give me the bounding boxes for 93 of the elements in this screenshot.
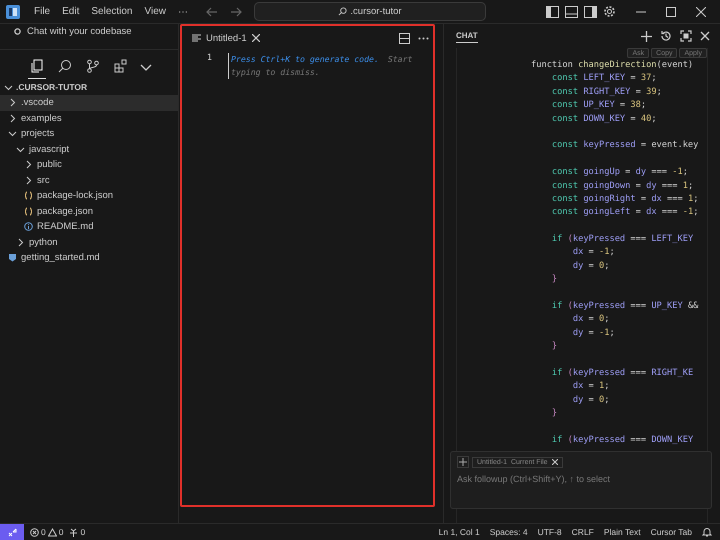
history-icon[interactable] bbox=[660, 30, 672, 42]
chevron-icon bbox=[16, 238, 25, 247]
status-item[interactable]: Spaces: 4 bbox=[490, 527, 528, 537]
split-editor-icon[interactable] bbox=[399, 32, 410, 44]
tree-item[interactable]: src bbox=[0, 172, 178, 188]
extensions-icon bbox=[114, 59, 128, 73]
status-item[interactable]: Cursor Tab bbox=[650, 527, 692, 537]
info-icon bbox=[24, 222, 33, 232]
code-line: dy = -1; bbox=[572, 326, 616, 340]
code-line: const keyPressed = event.key bbox=[550, 139, 700, 152]
forward-arrow-icon[interactable] bbox=[230, 6, 242, 16]
right-sidebar-layout-icon[interactable] bbox=[584, 6, 597, 18]
code-line: const LEFT_KEY = 37; bbox=[550, 72, 658, 86]
status-item[interactable]: CRLF bbox=[572, 527, 594, 537]
search-field[interactable]: .cursor-tutor bbox=[254, 2, 486, 21]
code-line: const DOWN_KEY = 40; bbox=[550, 112, 658, 126]
code-line: if (keyPressed === UP_KEY && bbox=[550, 300, 700, 314]
panel-layout-icon[interactable] bbox=[565, 6, 578, 18]
menu-item[interactable]: Edit bbox=[56, 4, 86, 19]
settings-icon[interactable] bbox=[603, 5, 616, 18]
antenna-icon bbox=[69, 528, 78, 536]
lines-icon bbox=[192, 34, 201, 42]
close-icon[interactable] bbox=[700, 31, 710, 41]
bell-icon[interactable] bbox=[702, 527, 712, 537]
line-number: 1 bbox=[206, 53, 212, 65]
code-line: const RIGHT_KEY = 39; bbox=[550, 86, 663, 99]
ports-status[interactable]: 0 bbox=[69, 527, 86, 537]
back-arrow-icon[interactable] bbox=[206, 6, 218, 16]
app-logo-icon bbox=[6, 4, 20, 18]
close-icon[interactable] bbox=[252, 34, 260, 42]
plus-icon bbox=[459, 458, 467, 466]
explorer-header[interactable]: .CURSOR-TUTOR bbox=[0, 79, 178, 95]
sidebar-hint: Chat with your codebase bbox=[27, 26, 132, 37]
status-item[interactable]: UTF-8 bbox=[538, 527, 562, 537]
problems-status[interactable]: 0 0 bbox=[30, 527, 64, 537]
markdown-icon bbox=[8, 253, 17, 262]
circle-icon bbox=[14, 28, 21, 35]
maximize-icon[interactable] bbox=[666, 6, 676, 16]
tree-item[interactable]: javascript bbox=[0, 142, 178, 157]
code-line: } bbox=[550, 407, 558, 420]
close-icon[interactable] bbox=[552, 459, 558, 465]
code-line: if (keyPressed === RIGHT_KE bbox=[550, 366, 694, 380]
menu-item[interactable]: Selection bbox=[85, 4, 138, 19]
code-line: dy = 0; bbox=[572, 394, 610, 407]
code-line: const goingUp = dy === -1; bbox=[550, 166, 689, 180]
plus-icon[interactable] bbox=[641, 30, 652, 42]
more-icon[interactable] bbox=[418, 36, 429, 40]
error-icon bbox=[30, 528, 39, 536]
code-line: if (keyPressed === LEFT_KEY bbox=[550, 233, 694, 246]
tree-item[interactable]: package.json bbox=[0, 204, 178, 219]
code-line: function changeDirection(event) bbox=[531, 59, 694, 72]
code-line: dx = -1; bbox=[572, 246, 616, 260]
code-line: if (keyPressed === DOWN_KEY bbox=[550, 434, 694, 447]
chevron-down-icon[interactable] bbox=[140, 64, 152, 72]
code-line: const goingDown = dy === 1; bbox=[550, 180, 694, 193]
tree-item[interactable]: .vscode bbox=[0, 95, 178, 110]
menu-item[interactable]: View bbox=[138, 4, 172, 19]
braces-icon bbox=[24, 191, 33, 200]
code-line: } bbox=[550, 273, 558, 286]
files-icon bbox=[30, 59, 44, 73]
add-context-button[interactable] bbox=[457, 456, 469, 468]
remote-button[interactable] bbox=[0, 524, 24, 540]
branch-icon bbox=[86, 59, 100, 73]
code-line: const goingLeft = dx === -1; bbox=[550, 206, 700, 220]
chat-tab[interactable]: CHAT bbox=[456, 29, 478, 43]
close-icon[interactable] bbox=[696, 6, 706, 16]
status-item[interactable]: Plain Text bbox=[604, 527, 641, 537]
sidebar-layout-icon[interactable] bbox=[546, 6, 559, 18]
menu-item[interactable]: ⋯ bbox=[172, 4, 194, 20]
code-line: dx = 1; bbox=[572, 380, 610, 394]
maximize-panel-icon[interactable] bbox=[680, 30, 692, 42]
tree-item[interactable]: public bbox=[0, 157, 178, 172]
search-icon bbox=[338, 7, 348, 16]
tree-item[interactable]: python bbox=[0, 234, 178, 250]
menu-item[interactable]: File bbox=[28, 4, 56, 19]
code-line: const goingRight = dx === 1; bbox=[550, 192, 700, 206]
tree-item[interactable]: package-lock.json bbox=[0, 188, 178, 204]
editor-tab[interactable]: Untitled-1 bbox=[182, 32, 268, 44]
chat-placeholder: Ask followup (Ctrl+Shift+Y), ↑ to select bbox=[457, 474, 612, 484]
code-line: dx = 0; bbox=[572, 313, 610, 326]
remote-icon bbox=[8, 528, 16, 536]
tree-item[interactable]: projects bbox=[0, 126, 178, 142]
editor-hint: Press Ctrl+K to generate code. Start typing to dismiss. bbox=[228, 53, 416, 79]
braces-icon bbox=[24, 206, 33, 216]
search-icon bbox=[58, 59, 72, 73]
tree-item[interactable]: getting_started.md bbox=[0, 250, 178, 266]
code-line: dy = 0; bbox=[572, 260, 610, 273]
tree-item[interactable]: examples bbox=[0, 110, 178, 126]
code-line: } bbox=[550, 340, 558, 354]
code-line: const UP_KEY = 38; bbox=[550, 99, 648, 112]
warning-icon bbox=[48, 528, 57, 536]
tree-item[interactable]: README.md bbox=[0, 219, 178, 234]
status-item[interactable]: Ln 1, Col 1 bbox=[438, 527, 480, 537]
